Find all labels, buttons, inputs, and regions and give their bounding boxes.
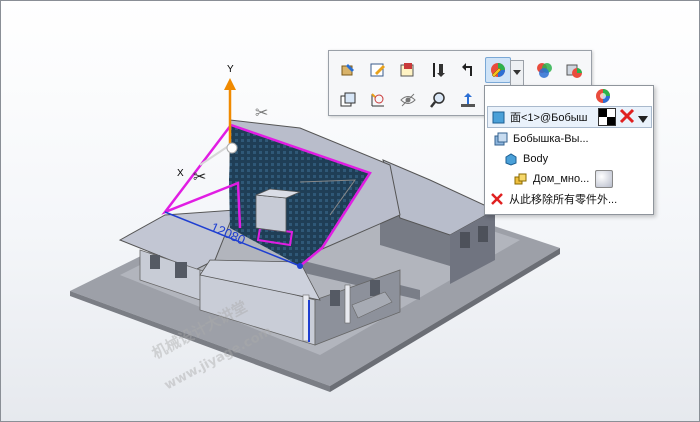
scissors-icon: ✂ — [193, 167, 206, 186]
selection-text: 面<1>@Бобыш — [510, 112, 588, 124]
measure-icon — [461, 93, 475, 107]
edit-sketch-icon — [370, 63, 385, 77]
scissors-icon: ✂ — [255, 103, 268, 122]
panel-row-part[interactable]: Дом_мно... — [513, 170, 614, 188]
selection-dropdown[interactable] — [638, 111, 648, 129]
appearance-button[interactable] — [485, 57, 511, 83]
window — [175, 262, 187, 278]
dimension-endpoint[interactable] — [297, 263, 303, 269]
rollback-icon — [433, 63, 445, 77]
chevron-down-icon — [513, 70, 521, 75]
sketch-plane-icon — [400, 63, 414, 77]
porch-column — [344, 284, 351, 324]
appearance-icon — [491, 63, 505, 78]
color-wheel-icon — [596, 89, 610, 103]
selection-row[interactable]: 面<1>@Бобыш — [487, 106, 652, 128]
rollback-button[interactable] — [425, 57, 451, 83]
edit-feature-icon — [341, 64, 354, 76]
window — [330, 290, 340, 306]
body-icon — [503, 151, 519, 167]
normal-to-icon — [340, 92, 356, 107]
chimney — [255, 194, 287, 233]
sketch-icon — [371, 93, 384, 107]
panel-row-body[interactable]: Body — [503, 150, 548, 168]
part-appearance-icon — [566, 64, 582, 78]
window — [150, 255, 160, 269]
triad-origin[interactable] — [226, 142, 238, 154]
sketch-button[interactable] — [365, 87, 391, 113]
window — [460, 232, 470, 248]
zoom-selection-button[interactable] — [425, 87, 451, 113]
remove-all-row[interactable]: 从此移除所有零件外... — [489, 190, 617, 208]
chevron-down-icon — [638, 116, 648, 123]
zoom-selection-icon — [430, 92, 445, 108]
hide-button[interactable] — [395, 87, 421, 113]
face-icon — [490, 109, 506, 125]
appearance-dropdown-button[interactable] — [510, 60, 524, 86]
feature-icon — [493, 131, 509, 147]
remove-icon — [489, 191, 505, 207]
part-color-swatch[interactable] — [595, 170, 614, 188]
checker-swatch[interactable] — [598, 108, 616, 126]
panel-row-label: Бобышка-Вы... — [513, 133, 589, 145]
panel-row-label: Body — [523, 153, 549, 165]
sketch-plane-button[interactable] — [395, 57, 421, 83]
measure-button[interactable] — [455, 87, 481, 113]
panel-row-label: Дом_мно... — [533, 173, 590, 185]
axis-y-label: Y — [227, 64, 234, 75]
appearances-override-button[interactable] — [531, 57, 557, 83]
panel-row-label: 从此移除所有零件外... — [509, 194, 618, 206]
parent-child-button[interactable] — [455, 57, 481, 83]
hide-icon — [400, 93, 416, 107]
close-icon — [619, 108, 635, 124]
part-appearance-button[interactable] — [561, 57, 587, 83]
graphics-viewport[interactable]: ✂ ✂ Y X 12080 机械设计大讲堂 www.jiyage.com 面<1… — [0, 0, 700, 422]
parent-child-icon — [462, 63, 472, 76]
panel-row-feature[interactable]: Бобышка-Вы... — [493, 130, 589, 148]
edit-sketch-button[interactable] — [365, 57, 391, 83]
clear-selection-button[interactable] — [618, 107, 636, 130]
window — [478, 226, 488, 242]
window — [370, 280, 380, 296]
triad-y-arrow — [224, 78, 236, 90]
axis-x-label: X — [177, 168, 184, 179]
edit-feature-button[interactable] — [335, 57, 361, 83]
appearance-target-panel: 面<1>@Бобыш Бобышка-Вы... Body Дом_мно... — [484, 85, 654, 215]
appearances-override-icon — [537, 63, 552, 78]
part-icon — [513, 171, 529, 187]
checker-icon — [599, 109, 615, 125]
normal-to-button[interactable] — [335, 87, 361, 113]
